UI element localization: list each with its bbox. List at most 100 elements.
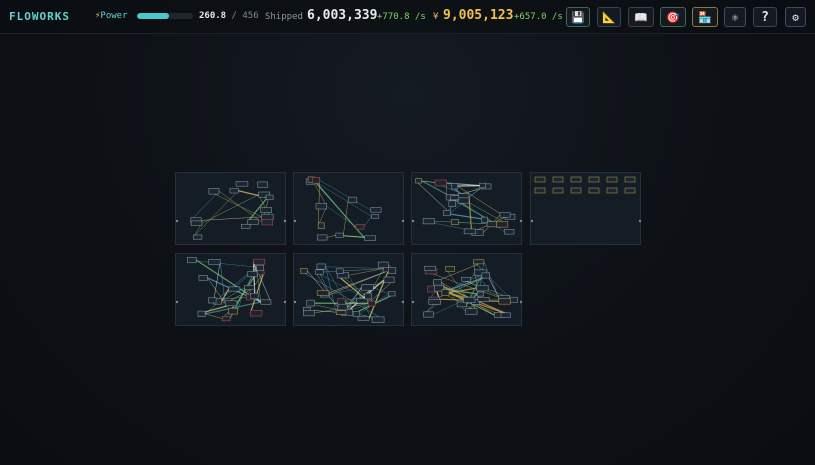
atom-icon: ⚛ (731, 10, 739, 24)
machine-node (192, 234, 203, 240)
conveyor-link (193, 190, 239, 238)
machine-node (224, 300, 238, 307)
money-value: 9,005,123 (443, 8, 514, 23)
machine-node (244, 285, 255, 291)
machine-node (316, 234, 328, 241)
machine-node (261, 219, 273, 226)
machine-node (503, 229, 515, 235)
machine-node (463, 297, 476, 303)
machine-node (434, 179, 447, 187)
layout-thumbnail[interactable] (293, 253, 405, 326)
machine-node (364, 292, 372, 300)
layout-preview (176, 257, 287, 322)
machine-node (552, 187, 564, 194)
machine-node (260, 299, 272, 305)
machine-node (445, 265, 455, 272)
machine-node (433, 279, 442, 286)
machine-node (457, 197, 470, 204)
machine-node (415, 178, 422, 184)
machine-node (355, 223, 365, 230)
machine-node (317, 222, 325, 229)
machine-node (500, 312, 511, 318)
machine-node (624, 187, 636, 194)
shipped-value: 6,003,339 (307, 8, 378, 23)
machine-node (476, 285, 489, 292)
machine-node (357, 316, 370, 321)
layout-preview (294, 261, 405, 323)
machine-node (337, 298, 346, 305)
edge-port (176, 300, 179, 304)
machine-node (588, 176, 600, 183)
edge-port (519, 300, 523, 304)
machine-node (312, 177, 321, 184)
machine-node (315, 269, 324, 275)
target-icon: 🎯 (666, 10, 680, 24)
machine-node (316, 263, 326, 270)
machine-node (448, 200, 456, 207)
blueprint-button[interactable]: 📐 (597, 7, 621, 27)
machine-node (441, 289, 450, 296)
machine-node (257, 181, 268, 188)
machine-node (424, 265, 436, 271)
edge-port (294, 219, 297, 223)
machine-node (481, 272, 490, 279)
machine-node (481, 216, 488, 223)
shop-button[interactable]: 🏪 (692, 7, 718, 27)
shipped-rate: +770.8 /s (377, 12, 426, 22)
layout-preview (412, 259, 523, 318)
machine-node (588, 187, 600, 194)
conveyor-link (190, 191, 220, 221)
edge-port (176, 219, 179, 223)
machine-node (229, 188, 239, 194)
layout-thumbnail[interactable] (530, 172, 642, 245)
machine-node (228, 307, 238, 315)
layout-preview (531, 176, 642, 223)
machine-node (624, 176, 636, 183)
conveyor-link (343, 199, 349, 236)
edge-port (283, 300, 287, 304)
machine-node (367, 300, 376, 307)
edge-port (638, 219, 642, 223)
book-icon: 📖 (634, 10, 648, 24)
edge-port (401, 300, 405, 304)
edge-port (401, 219, 405, 223)
power-bar (137, 13, 193, 19)
gear-icon: ⚙ (792, 10, 799, 24)
machine-node (361, 284, 374, 291)
layout-thumbnail[interactable] (411, 253, 523, 326)
goals-button[interactable]: 🎯 (660, 7, 686, 27)
machine-node (428, 299, 441, 305)
save-button[interactable]: 💾 (566, 7, 590, 27)
layout-thumbnail[interactable] (175, 253, 287, 326)
settings-button[interactable]: ⚙ (785, 7, 806, 27)
machine-node (337, 303, 348, 311)
machine-node (534, 176, 546, 183)
conveyor-link (363, 216, 372, 227)
machine-node (534, 187, 546, 194)
top-bar: FLOWORKS ⚡Power 260.8 / 456 Shipped 6,00… (0, 0, 815, 34)
machine-node (388, 291, 396, 297)
machine-node (335, 268, 344, 274)
layout-thumbnail[interactable] (411, 172, 523, 245)
machine-node (190, 220, 203, 226)
machine-node (260, 207, 272, 213)
edge-port (519, 219, 523, 223)
research-button[interactable]: ⚛ (724, 7, 746, 27)
machine-node (247, 271, 258, 277)
conveyor-link (326, 205, 357, 227)
help-icon: ? (761, 9, 769, 25)
conveyor-link (468, 196, 473, 233)
edge-port (283, 219, 287, 223)
machine-node (477, 297, 490, 302)
layout-thumbnail[interactable] (293, 172, 405, 245)
layout-thumbnail[interactable] (175, 172, 287, 245)
machine-node (256, 264, 264, 271)
machine-node (235, 181, 249, 187)
machine-node (316, 290, 330, 296)
conveyor-link (483, 261, 499, 298)
guide-button[interactable]: 📖 (628, 7, 654, 27)
conveyor-link (317, 180, 321, 226)
machine-node (371, 214, 379, 219)
machine-node (187, 257, 197, 264)
help-button[interactable]: ? (753, 7, 777, 27)
